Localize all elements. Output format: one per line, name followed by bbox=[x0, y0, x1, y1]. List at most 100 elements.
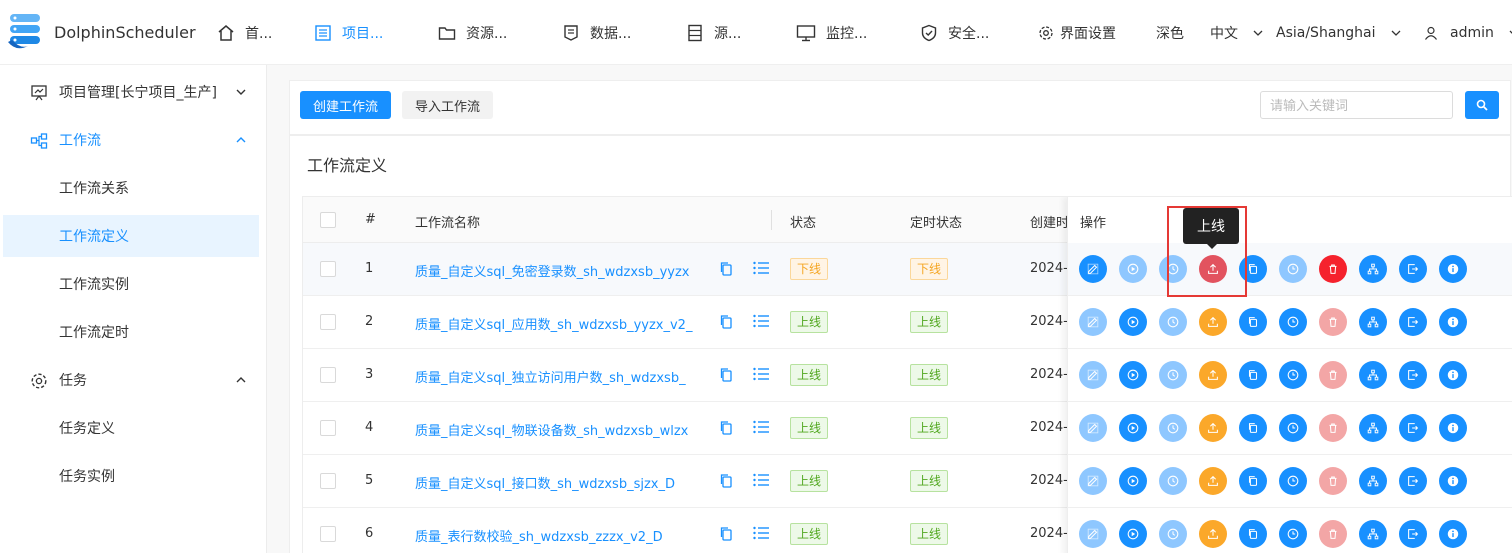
delete-button[interactable] bbox=[1319, 467, 1347, 495]
nav-security[interactable]: 安全... bbox=[920, 0, 989, 65]
copy-name-icon[interactable] bbox=[719, 526, 733, 542]
list-icon[interactable] bbox=[753, 314, 769, 328]
timezone-select[interactable]: Asia/Shanghai bbox=[1276, 0, 1402, 65]
edit-button[interactable] bbox=[1079, 520, 1107, 548]
copy-name-icon[interactable] bbox=[719, 473, 733, 489]
row-checkbox[interactable] bbox=[320, 314, 336, 330]
copy-name-icon[interactable] bbox=[719, 261, 733, 277]
nav-home[interactable]: 首... bbox=[217, 0, 272, 65]
timing-button[interactable] bbox=[1279, 255, 1307, 283]
search-input[interactable] bbox=[1260, 91, 1453, 119]
nav-monitor[interactable]: 监控... bbox=[796, 0, 867, 65]
copy-button[interactable] bbox=[1239, 361, 1267, 389]
row-checkbox[interactable] bbox=[320, 526, 336, 542]
workflow-name-link[interactable]: 质量_表行数校验_sh_wdzxsb_zzzx_v2_D bbox=[415, 526, 693, 545]
version-info-button[interactable] bbox=[1439, 520, 1467, 548]
theme-toggle[interactable]: 深色 bbox=[1156, 0, 1184, 65]
tree-view-button[interactable] bbox=[1359, 308, 1387, 336]
online-offline-button[interactable] bbox=[1199, 361, 1227, 389]
sidebar-item-project-management[interactable]: 项目管理[长宁项目_生产] bbox=[3, 71, 259, 113]
row-checkbox[interactable] bbox=[320, 420, 336, 436]
select-all-checkbox[interactable] bbox=[320, 212, 336, 228]
edit-button[interactable] bbox=[1079, 255, 1107, 283]
copy-name-icon[interactable] bbox=[719, 367, 733, 383]
delete-button[interactable] bbox=[1319, 308, 1347, 336]
run-button[interactable] bbox=[1119, 308, 1147, 336]
nav-project[interactable]: 项目... bbox=[314, 0, 383, 65]
delete-button[interactable] bbox=[1319, 361, 1347, 389]
version-info-button[interactable] bbox=[1439, 414, 1467, 442]
delete-button[interactable] bbox=[1319, 414, 1347, 442]
version-info-button[interactable] bbox=[1439, 361, 1467, 389]
tree-view-button[interactable] bbox=[1359, 467, 1387, 495]
workflow-name-link[interactable]: 质量_自定义sql_物联设备数_sh_wdzxsb_wlzx bbox=[415, 420, 693, 439]
tree-view-button[interactable] bbox=[1359, 414, 1387, 442]
schedule-button[interactable] bbox=[1159, 414, 1187, 442]
workflow-name-link[interactable]: 质量_自定义sql_应用数_sh_wdzxsb_yyzx_v2_D bbox=[415, 314, 693, 333]
online-offline-button[interactable] bbox=[1199, 467, 1227, 495]
edit-button[interactable] bbox=[1079, 467, 1107, 495]
delete-button[interactable] bbox=[1319, 255, 1347, 283]
schedule-button[interactable] bbox=[1159, 308, 1187, 336]
run-button[interactable] bbox=[1119, 255, 1147, 283]
sidebar-item-task[interactable]: 任务 bbox=[3, 359, 259, 401]
user-menu[interactable]: admin bbox=[1424, 0, 1512, 65]
run-button[interactable] bbox=[1119, 467, 1147, 495]
sidebar-item-workflow-instance[interactable]: 工作流实例 bbox=[3, 263, 259, 305]
row-checkbox[interactable] bbox=[320, 473, 336, 489]
workflow-name-link[interactable]: 质量_自定义sql_独立访问用户数_sh_wdzxsb_ bbox=[415, 367, 693, 386]
row-checkbox[interactable] bbox=[320, 367, 336, 383]
online-offline-button[interactable] bbox=[1199, 520, 1227, 548]
version-info-button[interactable] bbox=[1439, 308, 1467, 336]
edit-button[interactable] bbox=[1079, 361, 1107, 389]
schedule-button[interactable] bbox=[1159, 361, 1187, 389]
tree-view-button[interactable] bbox=[1359, 361, 1387, 389]
create-workflow-button[interactable]: 创建工作流 bbox=[300, 91, 391, 119]
nav-data-quality[interactable]: 数据... bbox=[562, 0, 631, 65]
export-button[interactable] bbox=[1399, 520, 1427, 548]
edit-button[interactable] bbox=[1079, 308, 1107, 336]
export-button[interactable] bbox=[1399, 361, 1427, 389]
run-button[interactable] bbox=[1119, 361, 1147, 389]
list-icon[interactable] bbox=[753, 420, 769, 434]
run-button[interactable] bbox=[1119, 520, 1147, 548]
tree-view-button[interactable] bbox=[1359, 255, 1387, 283]
online-offline-button[interactable] bbox=[1199, 414, 1227, 442]
sidebar-item-task-definition[interactable]: 任务定义 bbox=[3, 407, 259, 449]
version-info-button[interactable] bbox=[1439, 467, 1467, 495]
copy-name-icon[interactable] bbox=[719, 420, 733, 436]
delete-button[interactable] bbox=[1319, 520, 1347, 548]
nav-datasource[interactable]: 源... bbox=[686, 0, 741, 65]
copy-button[interactable] bbox=[1239, 467, 1267, 495]
export-button[interactable] bbox=[1399, 467, 1427, 495]
copy-button[interactable] bbox=[1239, 308, 1267, 336]
online-offline-button[interactable] bbox=[1199, 308, 1227, 336]
nav-ui-settings[interactable]: 界面设置 bbox=[1038, 0, 1116, 65]
sidebar-item-workflow-timing[interactable]: 工作流定时 bbox=[3, 311, 259, 353]
nav-resources[interactable]: 资源... bbox=[438, 0, 507, 65]
list-icon[interactable] bbox=[753, 261, 769, 275]
edit-button[interactable] bbox=[1079, 414, 1107, 442]
timing-button[interactable] bbox=[1279, 308, 1307, 336]
timing-button[interactable] bbox=[1279, 361, 1307, 389]
export-button[interactable] bbox=[1399, 255, 1427, 283]
copy-button[interactable] bbox=[1239, 414, 1267, 442]
list-icon[interactable] bbox=[753, 526, 769, 540]
list-icon[interactable] bbox=[753, 367, 769, 381]
workflow-name-link[interactable]: 质量_自定义sql_免密登录数_sh_wdzxsb_yyzx bbox=[415, 261, 693, 280]
schedule-button[interactable] bbox=[1159, 467, 1187, 495]
app-logo[interactable]: DolphinScheduler bbox=[6, 12, 196, 52]
schedule-button[interactable] bbox=[1159, 520, 1187, 548]
language-select[interactable]: 中文 bbox=[1210, 0, 1264, 65]
import-workflow-button[interactable]: 导入工作流 bbox=[402, 91, 493, 119]
sidebar-item-workflow-definition[interactable]: 工作流定义 bbox=[3, 215, 259, 257]
export-button[interactable] bbox=[1399, 308, 1427, 336]
sidebar-item-workflow[interactable]: 工作流 bbox=[3, 119, 259, 161]
timing-button[interactable] bbox=[1279, 520, 1307, 548]
search-button[interactable] bbox=[1465, 91, 1499, 119]
copy-button[interactable] bbox=[1239, 520, 1267, 548]
export-button[interactable] bbox=[1399, 414, 1427, 442]
run-button[interactable] bbox=[1119, 414, 1147, 442]
copy-name-icon[interactable] bbox=[719, 314, 733, 330]
list-icon[interactable] bbox=[753, 473, 769, 487]
